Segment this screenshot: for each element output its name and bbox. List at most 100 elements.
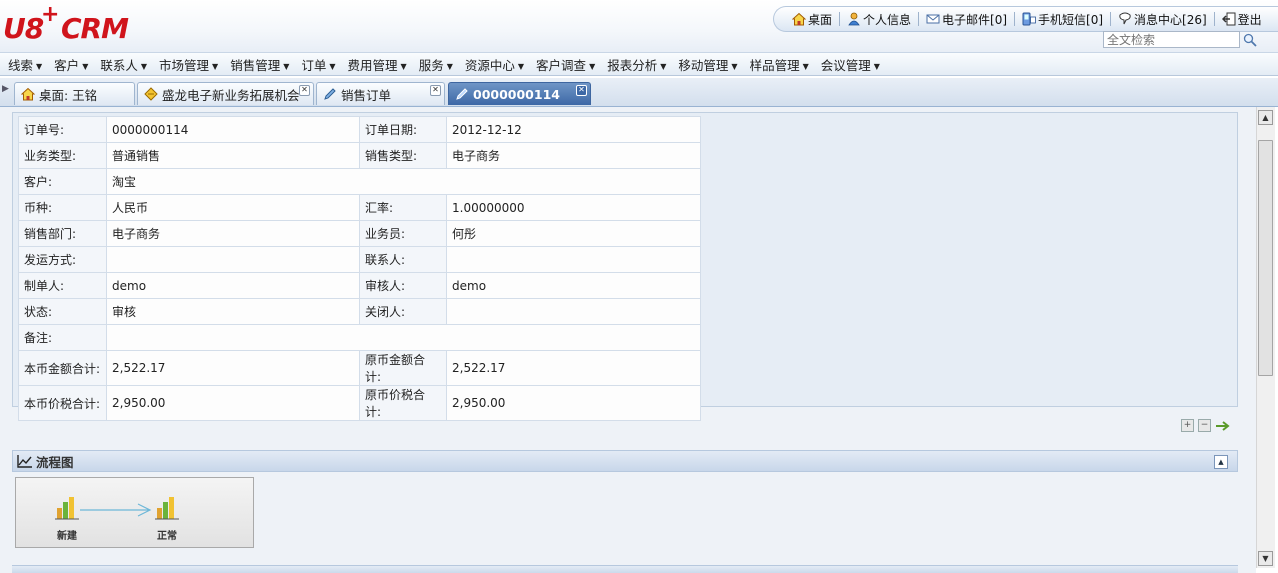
caret-down-icon: ▼ — [329, 61, 336, 71]
field-value — [446, 246, 701, 273]
field-value: demo — [446, 272, 701, 299]
menu-label: 客户调查 — [536, 57, 587, 73]
field-value — [446, 298, 701, 325]
menu-service[interactable]: 服务 ▼ — [419, 55, 453, 74]
menu-reports[interactable]: 报表分析 ▼ — [607, 55, 666, 74]
search-input[interactable] — [1103, 31, 1240, 48]
home-icon — [21, 87, 35, 101]
field-label: 备注: — [18, 324, 107, 351]
menu-customers[interactable]: 客户 ▼ — [54, 55, 88, 74]
minimize-icon[interactable]: − — [1198, 419, 1211, 432]
field-value: 1.00000000 — [446, 194, 701, 221]
menu-label: 订单 — [301, 57, 327, 73]
menu-mobile[interactable]: 移动管理 ▼ — [678, 55, 737, 74]
scroll-down-icon[interactable]: ▼ — [1258, 551, 1273, 566]
menu-leads[interactable]: 线索 ▼ — [8, 55, 42, 74]
main-content: 订单号: 0000000114 订单日期: 2012-12-12 业务类型: 普通销售 销售… — [0, 107, 1256, 573]
order-field-row: 发运方式: 联系人: — [18, 246, 701, 273]
flow-node-new[interactable]: 新建 — [52, 496, 82, 542]
sms-link-label: 手机短信[0] — [1038, 12, 1104, 27]
caret-down-icon: ▼ — [517, 61, 525, 71]
field-value: 0000000114 — [106, 116, 360, 143]
logo-brand: CRM — [61, 12, 129, 45]
search-icon — [1243, 33, 1257, 47]
tab-order-detail[interactable]: 0000000114 ✕ — [448, 82, 591, 105]
separator — [1207, 12, 1222, 26]
logout-link-label: 登出 — [1237, 12, 1262, 27]
edit-icon — [324, 88, 336, 100]
tab-desktop[interactable]: 桌面: 王铭 — [14, 82, 135, 105]
field-label: 订单日期: — [359, 116, 447, 143]
field-label: 原币金额合计: — [359, 350, 447, 386]
field-label: 业务员: — [359, 220, 447, 247]
caret-down-icon: ▼ — [140, 61, 148, 71]
field-label: 本币价税合计: — [18, 385, 107, 421]
menu-label: 样品管理 — [749, 57, 800, 73]
tab-label: 销售订单 — [341, 87, 392, 103]
field-value: 人民币 — [106, 194, 360, 221]
field-label: 本币金额合计: — [18, 350, 107, 386]
order-field-row: 本币价税合计: 2,950.00 原币价税合计: 2,950.00 — [18, 385, 701, 421]
collapse-icon[interactable]: ▲ — [1214, 455, 1228, 469]
email-link[interactable]: 电子邮件[0] — [926, 11, 1007, 28]
search-button[interactable] — [1240, 31, 1260, 48]
order-field-row: 状态: 审核 关闭人: — [18, 298, 701, 325]
vertical-scrollbar[interactable]: ▲ ▼ — [1256, 107, 1275, 568]
menu-surveys[interactable]: 客户调查 ▼ — [536, 55, 595, 74]
field-label: 业务类型: — [18, 142, 107, 169]
logo-main: U8 — [3, 12, 44, 45]
menu-samples[interactable]: 样品管理 ▼ — [750, 55, 809, 74]
field-label: 制单人: — [18, 272, 107, 299]
order-field-row: 业务类型: 普通销售 销售类型: 电子商务 — [18, 142, 701, 169]
top-links: 桌面 个人信息 电子邮件[0] 手机短信[0] 消息中心[26] 登出 — [773, 6, 1278, 32]
flow-node-label: 新建 — [57, 531, 77, 542]
fulltext-search — [1103, 31, 1261, 48]
menu-expenses[interactable]: 费用管理 ▼ — [348, 55, 407, 74]
flow-node-normal[interactable]: 正常 — [152, 496, 182, 542]
arrow-right-icon[interactable] — [1215, 420, 1233, 432]
field-label: 汇率: — [359, 194, 447, 221]
field-label: 发运方式: — [18, 246, 107, 273]
menu-meetings[interactable]: 会议管理 ▼ — [821, 55, 880, 74]
order-field-row: 本币金额合计: 2,522.17 原币金额合计: 2,522.17 — [18, 350, 701, 386]
caret-down-icon: ▼ — [446, 61, 453, 71]
tab-scroll-left-icon[interactable]: ▶ — [2, 84, 10, 100]
scroll-up-icon[interactable]: ▲ — [1258, 110, 1273, 125]
message-icon — [1119, 12, 1131, 25]
menu-orders[interactable]: 订单 ▼ — [301, 55, 335, 74]
tab-close-icon[interactable]: ✕ — [430, 85, 441, 96]
tab-opportunity[interactable]: 盛龙电子新业务拓展机会 ✕ — [137, 82, 314, 105]
caret-down-icon: ▼ — [589, 61, 596, 71]
tab-label: 盛龙电子新业务拓展机会 — [162, 87, 300, 103]
field-value: 审核 — [106, 298, 360, 325]
caret-down-icon: ▼ — [82, 61, 89, 71]
link-separator — [1014, 12, 1016, 26]
desktop-link[interactable]: 桌面 — [792, 11, 832, 28]
main-menu: 线索 ▼ 客户 ▼ 联系人 ▼ 市场管理 ▼ 销售管理 ▼ 订单 ▼ 费用管理 ▼ 服务 ▼ 资… — [0, 52, 1278, 76]
field-value: 普通销售 — [106, 142, 360, 169]
caret-down-icon: ▼ — [873, 61, 880, 71]
opportunity-icon — [144, 87, 158, 101]
tab-close-icon[interactable]: ✕ — [299, 85, 310, 96]
menu-resources[interactable]: 资源中心 ▼ — [465, 55, 524, 74]
menu-sales[interactable]: 销售管理 ▼ — [230, 55, 289, 74]
tab-sales-orders[interactable]: 销售订单 ✕ — [316, 82, 445, 105]
sms-link[interactable]: 手机短信[0] — [1022, 11, 1103, 28]
mail-icon — [926, 14, 940, 24]
logout-link[interactable]: 登出 — [1221, 11, 1262, 28]
order-detail-panel: 订单号: 0000000114 订单日期: 2012-12-12 业务类型: 普通销售 销售… — [12, 112, 1238, 421]
scroll-thumb[interactable] — [1258, 140, 1273, 376]
menu-marketing[interactable]: 市场管理 ▼ — [159, 55, 218, 74]
profile-link-label: 个人信息 — [863, 12, 912, 27]
menu-label: 联系人 — [100, 57, 138, 73]
tab-label: 桌面: 王铭 — [39, 87, 98, 103]
expand-icon[interactable]: + — [1181, 419, 1194, 432]
menu-contacts[interactable]: 联系人 ▼ — [100, 55, 147, 74]
profile-link[interactable]: 个人信息 — [847, 11, 911, 28]
message-center-link[interactable]: 消息中心[26] — [1118, 11, 1207, 28]
tab-close-icon[interactable]: ✕ — [576, 85, 587, 96]
caret-down-icon: ▼ — [212, 61, 219, 71]
field-value: 电子商务 — [446, 142, 701, 169]
field-label: 销售部门: — [18, 220, 107, 247]
bar-chart-icon — [155, 497, 179, 520]
